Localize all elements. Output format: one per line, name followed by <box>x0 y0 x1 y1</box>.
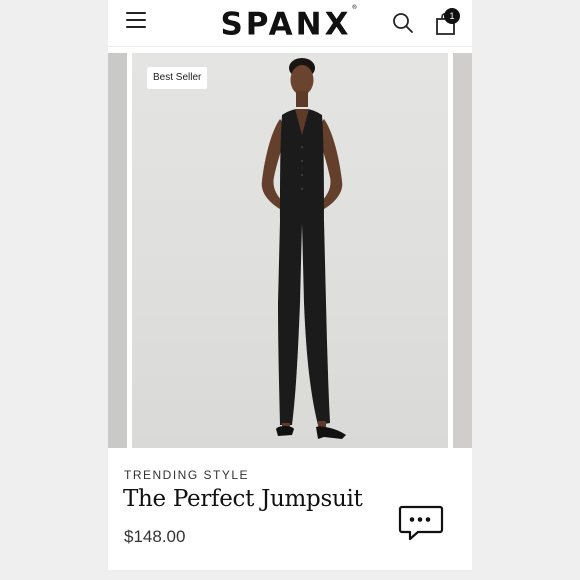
next-slide-peek[interactable] <box>453 53 472 448</box>
previous-slide-peek[interactable] <box>108 53 127 448</box>
site-header: SPANX® 1 <box>108 0 472 47</box>
product-title[interactable]: The Perfect Jumpsuit <box>123 486 363 512</box>
logo-text: SPANX <box>220 6 352 43</box>
product-image[interactable]: Best Seller <box>132 53 448 448</box>
product-price: $148.00 <box>124 527 186 546</box>
hamburger-menu-icon[interactable] <box>126 12 146 28</box>
search-icon[interactable] <box>392 12 414 34</box>
product-eyebrow: TRENDING STYLE <box>124 468 250 482</box>
spanx-logo[interactable]: SPANX® <box>214 2 364 42</box>
logo-registered-mark: ® <box>351 4 358 11</box>
cart-count-badge: 1 <box>444 8 460 24</box>
chat-bubble-icon[interactable] <box>398 504 444 542</box>
model-wearing-jumpsuit-image <box>261 58 346 439</box>
best-seller-badge: Best Seller <box>147 67 208 89</box>
mobile-page: SPANX® 1 Best Seller TRENDING STYLE The … <box>108 0 472 570</box>
product-info: TRENDING STYLE The Perfect Jumpsuit $148… <box>108 448 472 570</box>
product-image-carousel[interactable]: Best Seller <box>108 53 472 448</box>
